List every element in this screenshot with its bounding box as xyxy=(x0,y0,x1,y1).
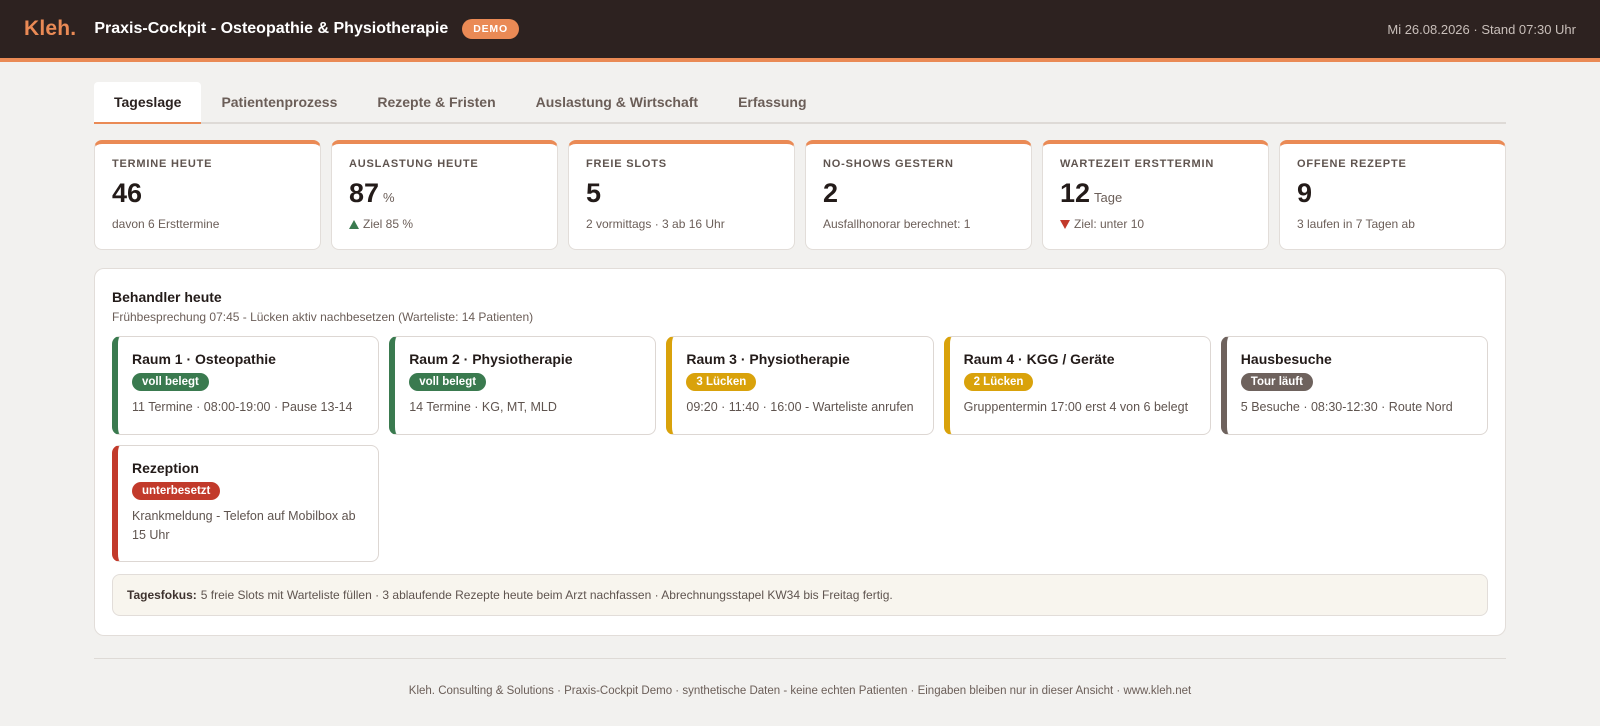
room-title: Raum 3 · Physiotherapie xyxy=(686,351,850,367)
tab-bar: Tageslage Patientenprozess Rezepte & Fri… xyxy=(94,82,1506,124)
kpi-value: 2 xyxy=(823,178,839,208)
room-note: 09:20 · 11:40 · 16:00 - Warteliste anruf… xyxy=(686,400,914,414)
kpi-note: 3 laufen in 7 Tagen ab xyxy=(1297,217,1415,231)
status-badge: unterbesetzt xyxy=(132,482,221,500)
footer: Kleh. Consulting & Solutions · Praxis-Co… xyxy=(94,658,1506,697)
trend-up-icon xyxy=(349,219,359,229)
demo-badge: DEMO xyxy=(462,19,519,39)
room-title: Raum 4 · KGG / Geräte xyxy=(963,351,1115,367)
room-card-raum-1[interactable]: Raum 1 · Osteopathie voll belegt 11 Term… xyxy=(112,336,380,435)
status-badge: 2 Lücken xyxy=(963,373,1034,391)
kpi-note: 2 vormittags · 3 ab 16 Uhr xyxy=(586,217,725,231)
status-badge: voll belegt xyxy=(409,373,487,391)
tab-rezepte-fristen[interactable]: Rezepte & Fristen xyxy=(357,82,515,122)
room-note: 14 Termine · KG, MT, MLD xyxy=(409,400,557,414)
room-title: Rezeption xyxy=(132,460,199,476)
footer-text: Kleh. Consulting & Solutions · Praxis-Co… xyxy=(408,685,1192,697)
room-card-raum-2[interactable]: Raum 2 · Physiotherapie voll belegt 14 T… xyxy=(389,336,657,435)
kpi-label: TERMINE HEUTE xyxy=(112,158,213,170)
app-title: Praxis-Cockpit - Osteopathie & Physiothe… xyxy=(94,20,449,37)
room-card-rezeption[interactable]: Rezeption unterbesetzt Krankmeldung - Te… xyxy=(112,445,380,562)
kpi-label: WARTEZEIT ERSTTERMIN xyxy=(1060,158,1215,170)
room-note: 11 Termine · 08:00-19:00 · Pause 13-14 xyxy=(132,400,353,414)
status-badge: 3 Lücken xyxy=(686,373,757,391)
tab-patientenprozess[interactable]: Patientenprozess xyxy=(201,82,357,122)
room-grid: Raum 1 · Osteopathie voll belegt 11 Term… xyxy=(112,336,1488,562)
status-badge: voll belegt xyxy=(132,373,209,391)
room-note: 5 Besuche · 08:30-12:30 · Route Nord xyxy=(1240,400,1453,414)
panel-title: Behandler heute xyxy=(112,289,222,305)
kpi-card-auslastung: AUSLASTUNG HEUTE 87% Ziel 85 % xyxy=(331,140,558,250)
room-title: Hausbesuche xyxy=(1240,351,1332,367)
tagesfokus-banner: Tagesfokus: 5 freie Slots mit Warteliste… xyxy=(112,574,1488,616)
behandler-panel: Behandler heute Frühbesprechung 07:45 - … xyxy=(94,268,1506,636)
trend-down-icon xyxy=(1060,219,1070,229)
room-card-raum-4[interactable]: Raum 4 · KGG / Geräte 2 Lücken Gruppente… xyxy=(943,336,1211,435)
room-title: Raum 1 · Osteopathie xyxy=(132,351,276,367)
kpi-note: Ausfallhonorar berechnet: 1 xyxy=(823,217,971,231)
tab-tageslage[interactable]: Tageslage xyxy=(94,82,202,124)
tab-auslastung-wirtschaft[interactable]: Auslastung & Wirtschaft xyxy=(516,82,718,122)
kpi-note: Ziel: unter 10 xyxy=(1060,217,1251,231)
kpi-label: AUSLASTUNG HEUTE xyxy=(349,158,479,170)
room-card-hausbesuche[interactable]: Hausbesuche Tour läuft 5 Besuche · 08:30… xyxy=(1220,336,1488,435)
kpi-card-offene-rezepte: OFFENE REZEPTE 9 3 laufen in 7 Tagen ab xyxy=(1279,140,1506,250)
kpi-card-termine: TERMINE HEUTE 46 davon 6 Ersttermine xyxy=(94,140,321,250)
kpi-card-freie-slots: FREIE SLOTS 5 2 vormittags · 3 ab 16 Uhr xyxy=(568,140,795,250)
focus-text: 5 freie Slots mit Warteliste füllen · 3 … xyxy=(200,588,893,602)
room-note: Gruppentermin 17:00 erst 4 von 6 belegt xyxy=(963,400,1189,414)
brand-logo[interactable]: Kleh. xyxy=(24,17,76,41)
top-bar: Kleh. Praxis-Cockpit - Osteopathie & Phy… xyxy=(0,0,1600,62)
kpi-card-no-shows: NO-SHOWS GESTERN 2 Ausfallhonorar berech… xyxy=(805,140,1032,250)
kpi-value: 12 xyxy=(1060,178,1091,208)
panel-subtitle: Frühbesprechung 07:45 - Lücken aktiv nac… xyxy=(112,310,534,324)
kpi-value: 46 xyxy=(112,178,143,208)
kpi-value: 5 xyxy=(586,178,602,208)
kpi-label: FREIE SLOTS xyxy=(586,158,667,170)
kpi-unit: Tage xyxy=(1094,190,1123,205)
room-card-raum-3[interactable]: Raum 3 · Physiotherapie 3 Lücken 09:20 ·… xyxy=(666,336,934,435)
kpi-card-wartezeit: WARTEZEIT ERSTTERMIN 12 Tage Ziel: unter … xyxy=(1042,140,1269,250)
kpi-unit: % xyxy=(383,190,395,205)
room-title: Raum 2 · Physiotherapie xyxy=(409,351,573,367)
tab-erfassung[interactable]: Erfassung xyxy=(718,82,826,122)
room-note: Krankmeldung - Telefon auf Mobilbox ab 1… xyxy=(132,509,356,542)
kpi-label: OFFENE REZEPTE xyxy=(1297,158,1407,170)
status-badge: Tour läuft xyxy=(1240,373,1313,391)
kpi-note: Ziel 85 % xyxy=(349,217,540,231)
focus-label: Tagesfokus: xyxy=(127,588,197,602)
date-status: Mi 26.08.2026 · Stand 07:30 Uhr xyxy=(1387,21,1576,37)
kpi-note: davon 6 Ersttermine xyxy=(112,217,220,231)
kpi-value: 9 xyxy=(1297,178,1313,208)
kpi-value: 87 xyxy=(349,178,380,208)
kpi-label: NO-SHOWS GESTERN xyxy=(823,158,954,170)
kpi-row: TERMINE HEUTE 46 davon 6 Ersttermine AUS… xyxy=(94,140,1506,250)
